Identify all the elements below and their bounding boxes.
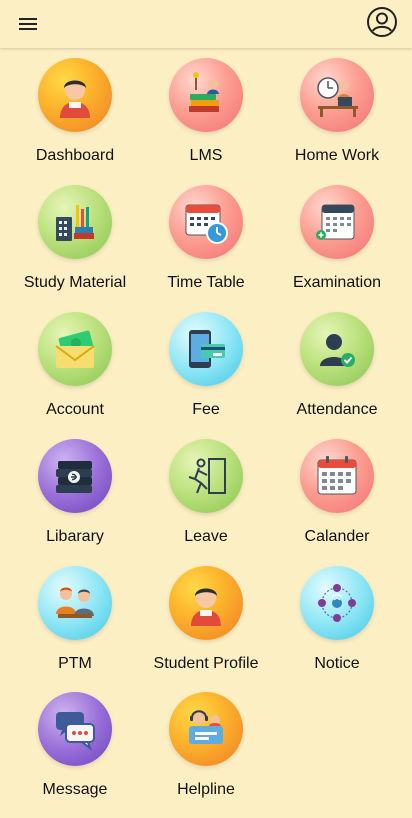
- money-envelope-icon: [55, 330, 95, 368]
- tile-label: Study Material: [23, 274, 127, 291]
- tile-attendance[interactable]: Attendance: [269, 312, 405, 438]
- tile-label: Helpline: [177, 781, 235, 798]
- tile-label: Leave: [184, 528, 228, 545]
- ptm-circle: [38, 566, 112, 640]
- tile-label: Dashboard: [35, 147, 115, 164]
- tile-examination[interactable]: Examination: [269, 185, 405, 311]
- tile-label: Message: [42, 781, 108, 798]
- tile-libarary[interactable]: Libarary: [7, 439, 143, 565]
- calendar-icon: [317, 456, 357, 495]
- tile-label: PTM: [58, 655, 92, 672]
- examination-circle: [300, 185, 374, 259]
- message-circle: [38, 692, 112, 766]
- home-work-desk-icon: [317, 77, 358, 117]
- time-table-circle: [169, 185, 243, 259]
- tile-label: Student Profile: [153, 655, 259, 672]
- tile-calander[interactable]: Calander: [269, 439, 405, 565]
- app-bar: [0, 0, 412, 48]
- student-avatar-icon: [191, 588, 221, 626]
- tile-label: Notice: [314, 655, 360, 672]
- mobile-pay-icon: [189, 330, 225, 368]
- tile-label: Fee: [192, 401, 220, 418]
- tile-helpline[interactable]: Helpline: [138, 692, 274, 818]
- account-circle: [38, 312, 112, 386]
- tile-time-table[interactable]: Time Table: [138, 185, 274, 311]
- student-avatar-icon: [60, 80, 90, 118]
- tile-student-profile[interactable]: Student Profile: [138, 566, 274, 692]
- tile-label: Time Table: [167, 274, 245, 291]
- exit-door-icon: [188, 458, 226, 494]
- notice-circle: [300, 566, 374, 640]
- calander-circle: [300, 439, 374, 513]
- tile-label: Account: [46, 401, 104, 418]
- exam-calendar-icon: [316, 204, 355, 240]
- attendance-circle: [300, 312, 374, 386]
- helpline-support-icon: [189, 710, 223, 744]
- tile-leave[interactable]: Leave: [138, 439, 274, 565]
- tile-label: Libarary: [46, 528, 104, 545]
- helpline-circle: [169, 692, 243, 766]
- tile-account[interactable]: Account: [7, 312, 143, 438]
- tile-home-work[interactable]: Home Work: [269, 58, 405, 184]
- user-check-icon: [320, 334, 355, 367]
- tile-message[interactable]: Message: [7, 692, 143, 818]
- tile-label: Examination: [292, 274, 382, 291]
- dashboard-circle: [38, 58, 112, 132]
- home-work-circle: [300, 58, 374, 132]
- tile-label: Attendance: [296, 401, 378, 418]
- fee-circle: [169, 312, 243, 386]
- tile-label: Home Work: [294, 147, 380, 164]
- chat-bubbles-icon: [56, 712, 95, 751]
- tile-fee[interactable]: Fee: [138, 312, 274, 438]
- student-profile-circle: [169, 566, 243, 640]
- tile-study-material[interactable]: Study Material: [7, 185, 143, 311]
- parent-teacher-meeting-icon: [56, 587, 94, 618]
- libarary-circle: [38, 439, 112, 513]
- books-learning-icon: [189, 72, 219, 112]
- app-title: [60, 14, 350, 34]
- leave-circle: [169, 439, 243, 513]
- network-notice-icon: [318, 584, 356, 622]
- ebook-stack-icon: [56, 461, 92, 493]
- tile-label: LMS: [189, 147, 223, 164]
- calendar-clock-icon: [185, 204, 228, 244]
- tile-dashboard[interactable]: Dashboard: [7, 58, 143, 184]
- study-material-books-icon: [56, 205, 94, 241]
- study-material-circle: [38, 185, 112, 259]
- lms-circle: [169, 58, 243, 132]
- tile-notice[interactable]: Notice: [269, 566, 405, 692]
- account-circle-icon[interactable]: [366, 6, 398, 38]
- tile-ptm[interactable]: PTM: [7, 566, 143, 692]
- tile-lms[interactable]: LMS: [138, 58, 274, 184]
- tile-label: Calander: [304, 528, 370, 545]
- menu-icon[interactable]: [16, 12, 40, 36]
